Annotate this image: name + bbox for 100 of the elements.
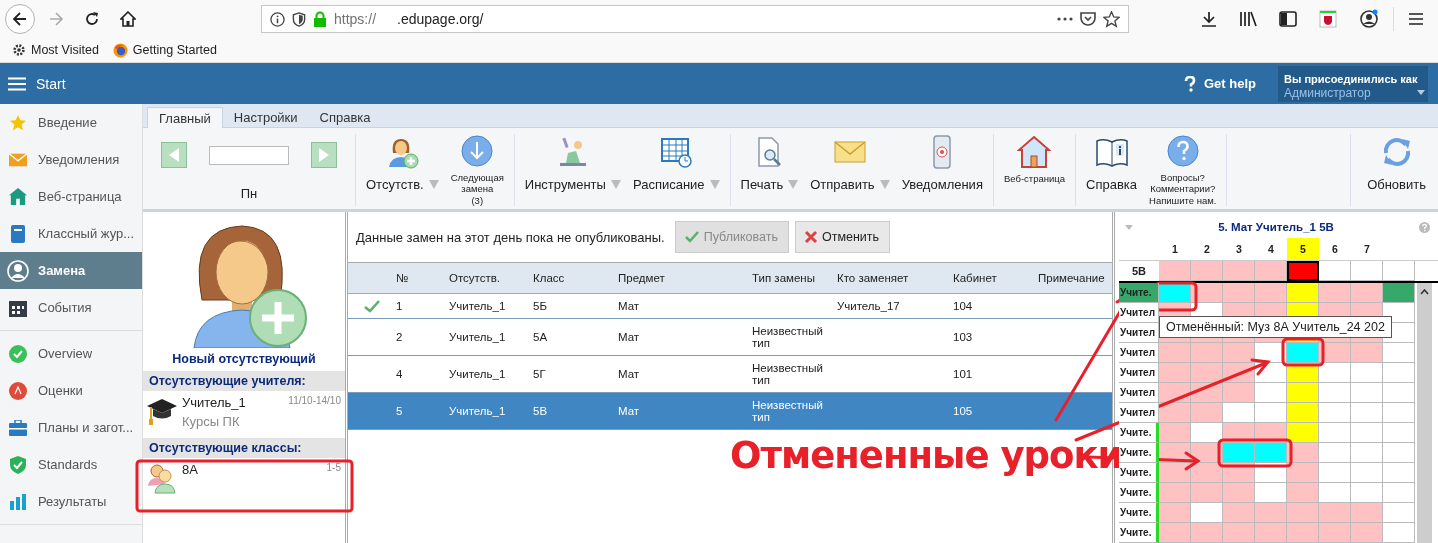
timetable-cell[interactable] <box>1287 443 1319 463</box>
menu-icon[interactable] <box>1408 12 1424 26</box>
sidebar-item[interactable]: Оценки <box>0 372 142 409</box>
sidebar-item[interactable]: Веб-страница <box>0 178 142 215</box>
table-row[interactable]: 2 Учитель_1 5А Мат Неизвестный тип 103 <box>348 319 1112 356</box>
column-header[interactable]: Примечание <box>1035 272 1111 284</box>
column-header[interactable]: Кто заменяет <box>834 272 950 284</box>
timetable-cell[interactable] <box>1351 503 1383 523</box>
bookmark-link[interactable]: Getting Started <box>132 43 217 57</box>
timetable-cell[interactable] <box>1223 261 1255 281</box>
sidebar-item[interactable]: Результаты <box>0 483 142 520</box>
sidebar-item[interactable]: Standards <box>0 446 142 483</box>
timetable-cell[interactable] <box>1255 523 1287 543</box>
timetable-cell[interactable] <box>1383 363 1415 383</box>
star-icon[interactable] <box>1103 10 1120 28</box>
timetable-cell[interactable] <box>1351 261 1383 281</box>
sidebar-icon[interactable] <box>1279 11 1297 27</box>
timetable-cell[interactable] <box>1319 383 1351 403</box>
toolbar-button[interactable]: Отправить <box>808 134 892 206</box>
column-header[interactable]: Тип замены <box>749 272 834 284</box>
timetable-cell[interactable] <box>1383 403 1415 423</box>
timetable-cell[interactable] <box>1223 503 1255 523</box>
dropdown-caret-icon[interactable] <box>788 180 799 189</box>
timetable-cell[interactable] <box>1287 503 1319 523</box>
scroll-up-icon[interactable] <box>1420 289 1429 295</box>
date-field[interactable] <box>209 145 289 165</box>
teacher-row-label[interactable]: Учите. <box>1119 283 1159 303</box>
timetable-cell[interactable] <box>1191 523 1223 543</box>
account-icon[interactable] <box>1359 9 1379 29</box>
timetable-cell[interactable] <box>1255 443 1287 463</box>
toolbar-button[interactable]: Расписание <box>630 134 722 206</box>
timetable-cell[interactable] <box>1287 363 1319 383</box>
timetable-cell[interactable] <box>1287 423 1319 443</box>
timetable-cell[interactable] <box>1255 503 1287 523</box>
help-link[interactable]: Get help <box>1204 76 1256 91</box>
timetable-cell[interactable] <box>1319 363 1351 383</box>
teacher-row-label[interactable]: Учител <box>1119 403 1159 423</box>
timetable-cell[interactable] <box>1159 363 1191 383</box>
next-day-button[interactable] <box>311 142 337 168</box>
tab[interactable]: Справка <box>308 107 382 127</box>
timetable-cell[interactable] <box>1287 343 1319 363</box>
toolbar-button[interactable]: Справка <box>1084 134 1139 206</box>
timetable-cell[interactable] <box>1255 283 1287 303</box>
timetable-cell[interactable] <box>1223 343 1255 363</box>
bookmark-link[interactable]: Most Visited <box>31 43 99 57</box>
shield-extension-icon[interactable] <box>1319 10 1337 28</box>
toolbar-button[interactable]: Инструменты <box>522 134 623 206</box>
timetable-cell[interactable] <box>1287 483 1319 503</box>
new-absent-link[interactable]: Новый отсутствующий <box>172 352 316 366</box>
pocket-icon[interactable] <box>1080 11 1096 27</box>
timetable-cell[interactable] <box>1255 483 1287 503</box>
toolbar-button[interactable]: Уведомления <box>899 134 985 206</box>
timetable-cell[interactable] <box>1223 383 1255 403</box>
timetable-cell[interactable] <box>1159 261 1191 281</box>
library-icon[interactable] <box>1239 11 1257 27</box>
timetable-cell[interactable] <box>1351 343 1383 363</box>
timetable-cell[interactable] <box>1319 523 1351 543</box>
app-title[interactable]: Start <box>36 75 66 92</box>
timetable-cell[interactable] <box>1159 343 1191 363</box>
dropdown-caret-icon[interactable] <box>428 180 439 189</box>
sidebar-item[interactable]: Overview <box>0 335 142 372</box>
timetable-cell[interactable] <box>1319 403 1351 423</box>
timetable-cell[interactable] <box>1383 463 1415 483</box>
timetable-cell[interactable] <box>1351 463 1383 483</box>
toolbar-button[interactable]: Печать <box>738 134 801 206</box>
column-header[interactable]: № <box>393 272 446 284</box>
timetable-cell[interactable] <box>1191 463 1223 483</box>
timetable-cell[interactable] <box>1319 483 1351 503</box>
timetable-cell[interactable] <box>1287 463 1319 483</box>
timetable-cell[interactable] <box>1383 383 1415 403</box>
timetable-cell[interactable] <box>1287 403 1319 423</box>
dropdown-caret-icon[interactable] <box>610 180 621 189</box>
timetable-cell[interactable] <box>1287 383 1319 403</box>
timetable-cell[interactable] <box>1351 363 1383 383</box>
tab[interactable]: Главный <box>147 107 223 128</box>
timetable-cell[interactable] <box>1159 463 1191 483</box>
collapse-caret-icon[interactable] <box>1125 224 1133 230</box>
table-row[interactable]: 1 Учитель_1 5Б Мат Учитель_17 104 <box>348 294 1112 319</box>
timetable-cell[interactable] <box>1319 261 1351 281</box>
timetable-cell[interactable] <box>1159 283 1191 303</box>
timetable-cell[interactable] <box>1223 283 1255 303</box>
timetable-cell[interactable] <box>1319 503 1351 523</box>
timetable-cell[interactable] <box>1383 283 1415 303</box>
timetable-cell[interactable] <box>1383 261 1415 281</box>
download-icon[interactable] <box>1201 11 1217 27</box>
timetable-cell[interactable] <box>1191 261 1223 281</box>
teacher-row-label[interactable]: Учите. <box>1119 463 1159 483</box>
absent-class-item[interactable]: 8А 1-5 <box>143 458 345 508</box>
help-icon[interactable] <box>1184 75 1196 92</box>
column-header[interactable]: Класс <box>530 272 615 284</box>
timetable-cell[interactable] <box>1159 423 1191 443</box>
timetable-cell[interactable] <box>1351 443 1383 463</box>
timetable-cell[interactable] <box>1191 403 1223 423</box>
previous-day-button[interactable] <box>161 142 187 168</box>
timetable-cell[interactable] <box>1255 403 1287 423</box>
scrollbar[interactable] <box>1417 283 1432 543</box>
toolbar-button[interactable]: Веб-страница <box>1001 134 1067 206</box>
sidebar-item[interactable]: Введение <box>0 104 142 141</box>
timetable-cell[interactable] <box>1191 503 1223 523</box>
sidebar-item[interactable]: Планы и загот... <box>0 409 142 446</box>
